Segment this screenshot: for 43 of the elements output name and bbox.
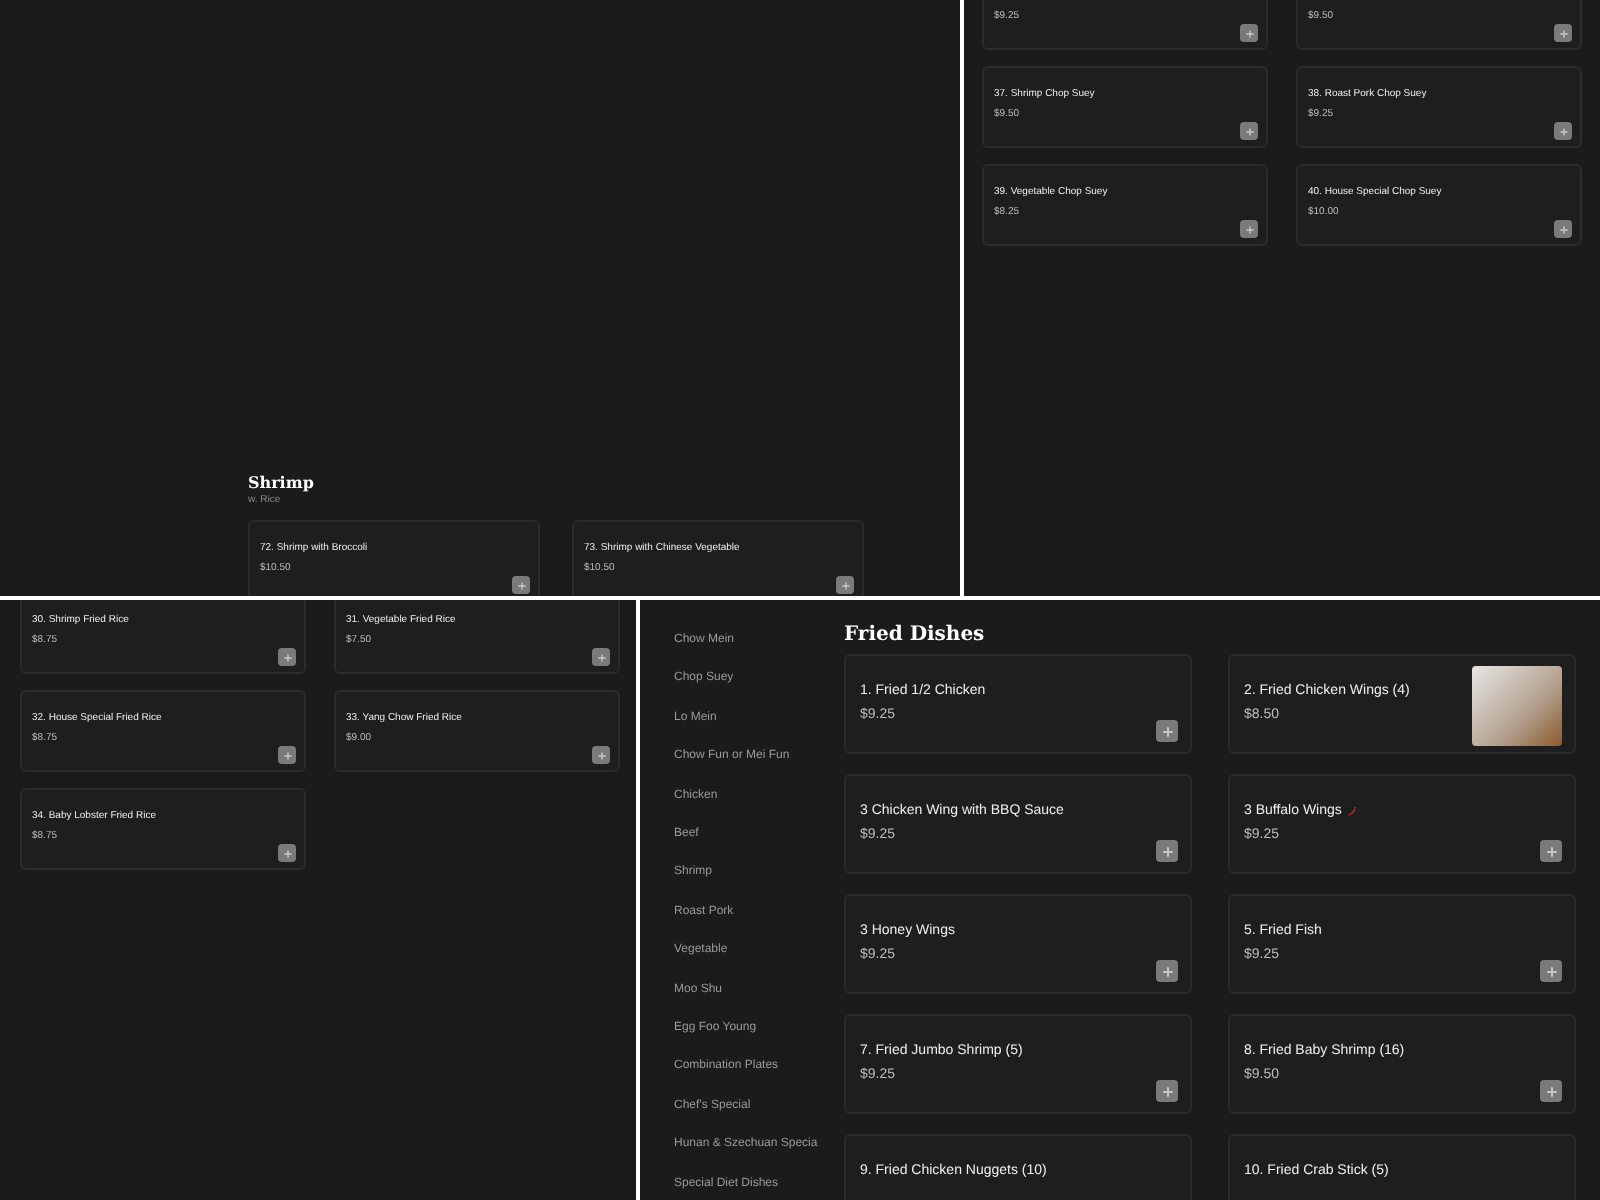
plus-icon [1159,963,1175,979]
add-button[interactable] [1156,840,1178,862]
plus-icon [595,651,607,663]
plus-icon [1243,223,1255,235]
section-heading: Fried Dishes [844,624,987,646]
add-button[interactable] [592,648,610,666]
add-button[interactable] [1554,220,1572,238]
add-button[interactable] [1156,960,1178,982]
plus-icon [1557,223,1569,235]
plus-icon [1543,843,1559,859]
plus-icon [1557,125,1569,137]
add-button[interactable] [1540,840,1562,862]
add-button[interactable] [592,746,610,764]
add-button[interactable] [1240,122,1258,140]
add-button[interactable] [1540,1080,1562,1102]
add-button[interactable] [836,576,854,594]
plus-icon [515,579,527,591]
add-button[interactable] [1240,24,1258,42]
add-button[interactable] [1240,220,1258,238]
add-button[interactable] [1554,24,1572,42]
plus-icon [1159,843,1175,859]
plus-icon [281,749,293,761]
chili-pepper-icon [1345,805,1358,818]
section-heading: Shrimp [248,472,316,492]
plus-icon [1543,963,1559,979]
add-button[interactable] [1540,960,1562,982]
plus-icon [1243,27,1255,39]
plus-icon [595,749,607,761]
add-button[interactable] [278,648,296,666]
plus-icon [1159,1083,1175,1099]
add-button[interactable] [1554,122,1572,140]
plus-icon [1159,723,1175,739]
add-button[interactable] [1156,1080,1178,1102]
add-button[interactable] [278,844,296,862]
plus-icon [1243,125,1255,137]
add-button[interactable] [278,746,296,764]
add-button[interactable] [512,576,530,594]
plus-icon [1557,27,1569,39]
plus-icon [281,847,293,859]
plus-icon [839,579,851,591]
plus-icon [281,651,293,663]
plus-icon [1543,1083,1559,1099]
add-button[interactable] [1156,720,1178,742]
